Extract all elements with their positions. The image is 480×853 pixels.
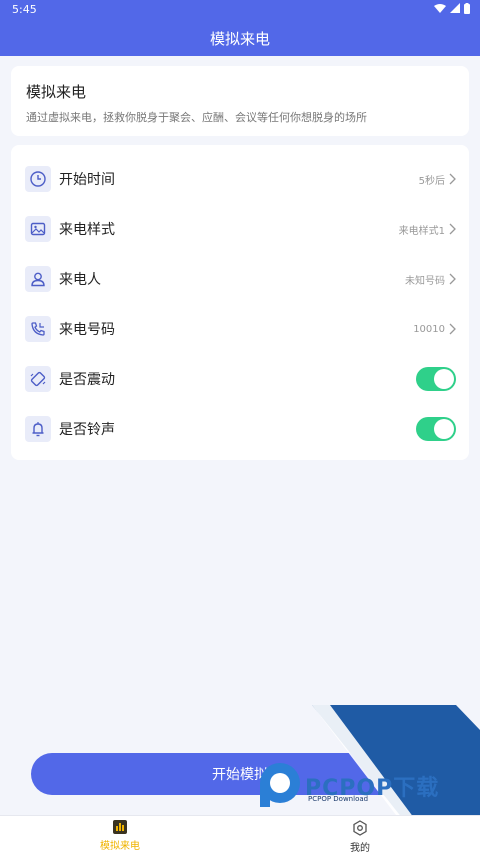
intro-description: 通过虚拟来电，拯救你脱身于聚会、应酬、会议等任何你想脱身的场所 (26, 111, 367, 124)
page-title: 模拟来电 (209, 29, 270, 48)
setting-value: 来电样式1 (398, 225, 445, 237)
start-simulation-button[interactable]: 开始模拟 (31, 753, 449, 795)
ringtone-toggle[interactable] (416, 417, 456, 441)
setting-row-call-style[interactable]: 来电样式 来电样式1 (11, 204, 469, 254)
image-icon (25, 216, 51, 242)
setting-label: 来电样式 (59, 222, 115, 238)
setting-value: 10010 (413, 323, 445, 335)
app-header: 模拟来电 (0, 20, 480, 56)
signal-icon (450, 3, 460, 13)
tab-simulate-call[interactable]: 模拟来电 (80, 820, 160, 853)
status-bar: 5:45 (0, 0, 480, 20)
status-icons (434, 3, 470, 14)
chevron-right-icon (449, 273, 456, 285)
intro-card: 模拟来电 通过虚拟来电，拯救你脱身于聚会、应酬、会议等任何你想脱身的场所 (11, 66, 469, 136)
settings-hex-icon (353, 820, 367, 836)
setting-value: 未知号码 (405, 275, 445, 287)
tab-label: 我的 (350, 843, 370, 853)
toggle-knob (434, 369, 454, 389)
settings-card: 开始时间 5秒后 来电样式 来电样式1 来电人 未知号码 来电号码 10010 … (11, 145, 469, 460)
setting-label: 来电号码 (59, 322, 115, 338)
bottom-tab-bar: 模拟来电 我的 (0, 815, 480, 853)
chevron-right-icon (449, 323, 456, 335)
setting-row-vibrate: 是否震动 (11, 354, 469, 404)
setting-label: 是否震动 (59, 372, 115, 388)
vibrate-icon (25, 366, 51, 392)
setting-row-ringtone: 是否铃声 (11, 404, 469, 454)
setting-row-start-time[interactable]: 开始时间 5秒后 (11, 154, 469, 204)
wifi-icon (434, 4, 446, 13)
clock-icon (25, 166, 51, 192)
person-icon (25, 266, 51, 292)
setting-value: 5秒后 (418, 175, 445, 187)
setting-row-caller-number[interactable]: 来电号码 10010 (11, 304, 469, 354)
intro-title: 模拟来电 (26, 83, 87, 101)
setting-label: 开始时间 (59, 172, 115, 188)
phone-icon (25, 316, 51, 342)
chevron-right-icon (449, 173, 456, 185)
setting-row-caller[interactable]: 来电人 未知号码 (11, 254, 469, 304)
tab-label: 模拟来电 (100, 841, 140, 852)
toggle-knob (434, 419, 454, 439)
tab-mine[interactable]: 我的 (320, 820, 400, 853)
battery-icon (464, 3, 470, 14)
watermark-subtext: PCPOP Download (308, 795, 369, 803)
bell-icon (25, 416, 51, 442)
setting-label: 是否铃声 (59, 422, 115, 438)
chart-icon (113, 820, 127, 834)
chevron-right-icon (449, 223, 456, 235)
vibrate-toggle[interactable] (416, 367, 456, 391)
status-time: 5:45 (12, 3, 37, 16)
setting-label: 来电人 (59, 272, 101, 288)
